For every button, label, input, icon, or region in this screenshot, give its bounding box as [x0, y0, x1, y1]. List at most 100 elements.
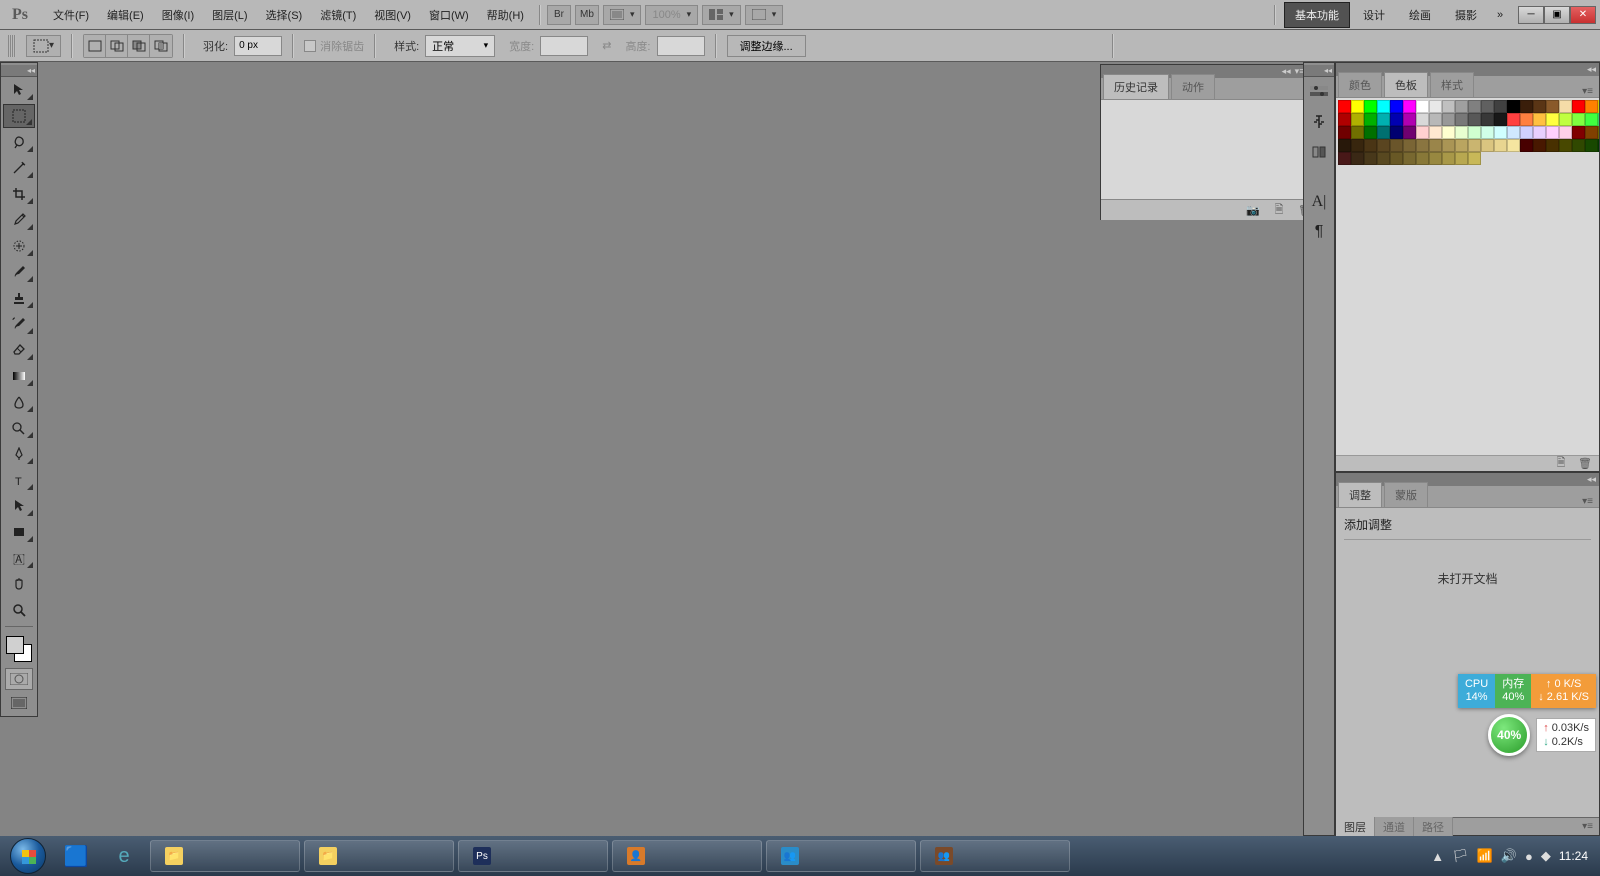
swatch-cell[interactable] — [1572, 113, 1585, 126]
move-tool[interactable] — [3, 78, 35, 102]
swatch-cell[interactable] — [1429, 139, 1442, 152]
swatch-cell[interactable] — [1455, 126, 1468, 139]
taskbar-pinned-1[interactable]: 🟦 — [52, 838, 100, 874]
swatch-cell[interactable] — [1481, 126, 1494, 139]
swatch-cell[interactable] — [1481, 113, 1494, 126]
swatch-cell[interactable] — [1533, 100, 1546, 113]
tab-history[interactable]: 历史记录 — [1103, 74, 1169, 99]
swatch-cell[interactable] — [1520, 139, 1533, 152]
menu-window[interactable]: 窗口(W) — [420, 3, 478, 27]
swatch-cell[interactable] — [1546, 113, 1559, 126]
screen-mode-button[interactable] — [3, 691, 35, 715]
selection-intersect[interactable] — [150, 35, 172, 57]
pen-tool[interactable] — [3, 442, 35, 466]
tab-swatches[interactable]: 色板 — [1384, 72, 1428, 97]
taskbar-item[interactable]: 👥 — [766, 840, 916, 872]
antialias-checkbox[interactable]: 消除锯齿 — [304, 38, 364, 54]
stamp-tool[interactable] — [3, 286, 35, 310]
dock-brush-icon[interactable] — [1306, 139, 1332, 165]
history-brush-tool[interactable] — [3, 312, 35, 336]
swatch-cell[interactable] — [1364, 100, 1377, 113]
new-swatch-icon[interactable]: 🗎 — [1553, 457, 1569, 471]
blur-tool[interactable] — [3, 390, 35, 414]
swatch-cell[interactable] — [1429, 100, 1442, 113]
swatch-cell[interactable] — [1351, 152, 1364, 165]
swatch-cell[interactable] — [1481, 100, 1494, 113]
menu-view[interactable]: 视图(V) — [365, 3, 420, 27]
swatch-cell[interactable] — [1494, 100, 1507, 113]
swatch-cell[interactable] — [1364, 113, 1377, 126]
swatch-cell[interactable] — [1507, 113, 1520, 126]
brush-tool[interactable] — [3, 260, 35, 284]
tray-flag-icon[interactable]: 🏳 — [1452, 848, 1469, 864]
workspace-painting[interactable]: 绘画 — [1398, 2, 1442, 28]
swatch-cell[interactable] — [1455, 100, 1468, 113]
minimize-button[interactable]: ─ — [1518, 6, 1544, 24]
type-tool[interactable]: T — [3, 468, 35, 492]
swatch-cell[interactable] — [1546, 139, 1559, 152]
collapse-icon[interactable]: ◂◂ — [1587, 474, 1596, 485]
menu-file[interactable]: 文件(F) — [44, 3, 98, 27]
zoom-dropdown[interactable]: 100% — [645, 5, 698, 25]
grab-handle[interactable] — [8, 35, 16, 57]
eyedropper-tool[interactable] — [3, 208, 35, 232]
menu-select[interactable]: 选择(S) — [257, 3, 312, 27]
workspace-essentials[interactable]: 基本功能 — [1284, 2, 1350, 28]
gradient-tool[interactable] — [3, 364, 35, 388]
swatch-cell[interactable] — [1442, 126, 1455, 139]
swatch-grid[interactable] — [1336, 98, 1599, 455]
swatch-cell[interactable] — [1468, 152, 1481, 165]
tab-adjustments[interactable]: 调整 — [1338, 482, 1382, 507]
swatch-cell[interactable] — [1572, 126, 1585, 139]
new-snapshot-icon[interactable]: 📷 — [1245, 203, 1261, 217]
minibridge-button[interactable]: Mb — [575, 5, 599, 25]
eraser-tool[interactable] — [3, 338, 35, 362]
swatch-cell[interactable] — [1364, 126, 1377, 139]
taskbar-item[interactable]: 📁 — [150, 840, 300, 872]
screen-mode-dropdown[interactable] — [603, 5, 642, 25]
marquee-tool[interactable] — [3, 104, 35, 128]
swatch-cell[interactable] — [1468, 100, 1481, 113]
swatch-cell[interactable] — [1338, 113, 1351, 126]
swatch-cell[interactable] — [1533, 113, 1546, 126]
swatch-cell[interactable] — [1338, 139, 1351, 152]
swatch-cell[interactable] — [1416, 100, 1429, 113]
3d-tool[interactable]: 🇦 — [3, 546, 35, 570]
collapse-icon[interactable]: ◂◂ — [1282, 66, 1291, 77]
current-tool-preset[interactable]: ▾ — [26, 35, 61, 57]
swatch-cell[interactable] — [1533, 139, 1546, 152]
swatch-cell[interactable] — [1416, 152, 1429, 165]
swatch-cell[interactable] — [1390, 126, 1403, 139]
arrange-dropdown[interactable] — [702, 5, 741, 25]
swatch-cell[interactable] — [1364, 139, 1377, 152]
swatch-cell[interactable] — [1481, 139, 1494, 152]
swatch-cell[interactable] — [1598, 113, 1599, 126]
path-select-tool[interactable] — [3, 494, 35, 518]
taskbar-item[interactable]: 📁 — [304, 840, 454, 872]
swatch-cell[interactable] — [1494, 139, 1507, 152]
tab-channels[interactable]: 通道 — [1375, 817, 1414, 837]
swatch-cell[interactable] — [1598, 100, 1599, 113]
workspace-design[interactable]: 设计 — [1352, 2, 1396, 28]
swatch-cell[interactable] — [1598, 126, 1599, 139]
swatch-cell[interactable] — [1533, 126, 1546, 139]
hand-tool[interactable] — [3, 572, 35, 596]
menu-image[interactable]: 图像(I) — [153, 3, 203, 27]
workspace-photography[interactable]: 摄影 — [1444, 2, 1488, 28]
taskbar-item[interactable]: 👥 — [920, 840, 1070, 872]
close-button[interactable]: ✕ — [1570, 6, 1596, 24]
swatch-cell[interactable] — [1416, 139, 1429, 152]
panel-collapse[interactable]: ◂◂ — [1, 65, 37, 77]
swatch-cell[interactable] — [1546, 100, 1559, 113]
dock-character-icon[interactable] — [1306, 109, 1332, 135]
screenmode-dropdown[interactable] — [745, 5, 784, 25]
swatch-cell[interactable] — [1377, 139, 1390, 152]
menu-layer[interactable]: 图层(L) — [203, 3, 256, 27]
swatch-cell[interactable] — [1390, 100, 1403, 113]
maximize-button[interactable]: ▣ — [1544, 6, 1570, 24]
tray-volume-icon[interactable]: 🔊 — [1501, 848, 1517, 864]
swatch-cell[interactable] — [1390, 139, 1403, 152]
swatch-cell[interactable] — [1468, 126, 1481, 139]
tab-color[interactable]: 颜色 — [1338, 72, 1382, 97]
swatch-cell[interactable] — [1429, 152, 1442, 165]
